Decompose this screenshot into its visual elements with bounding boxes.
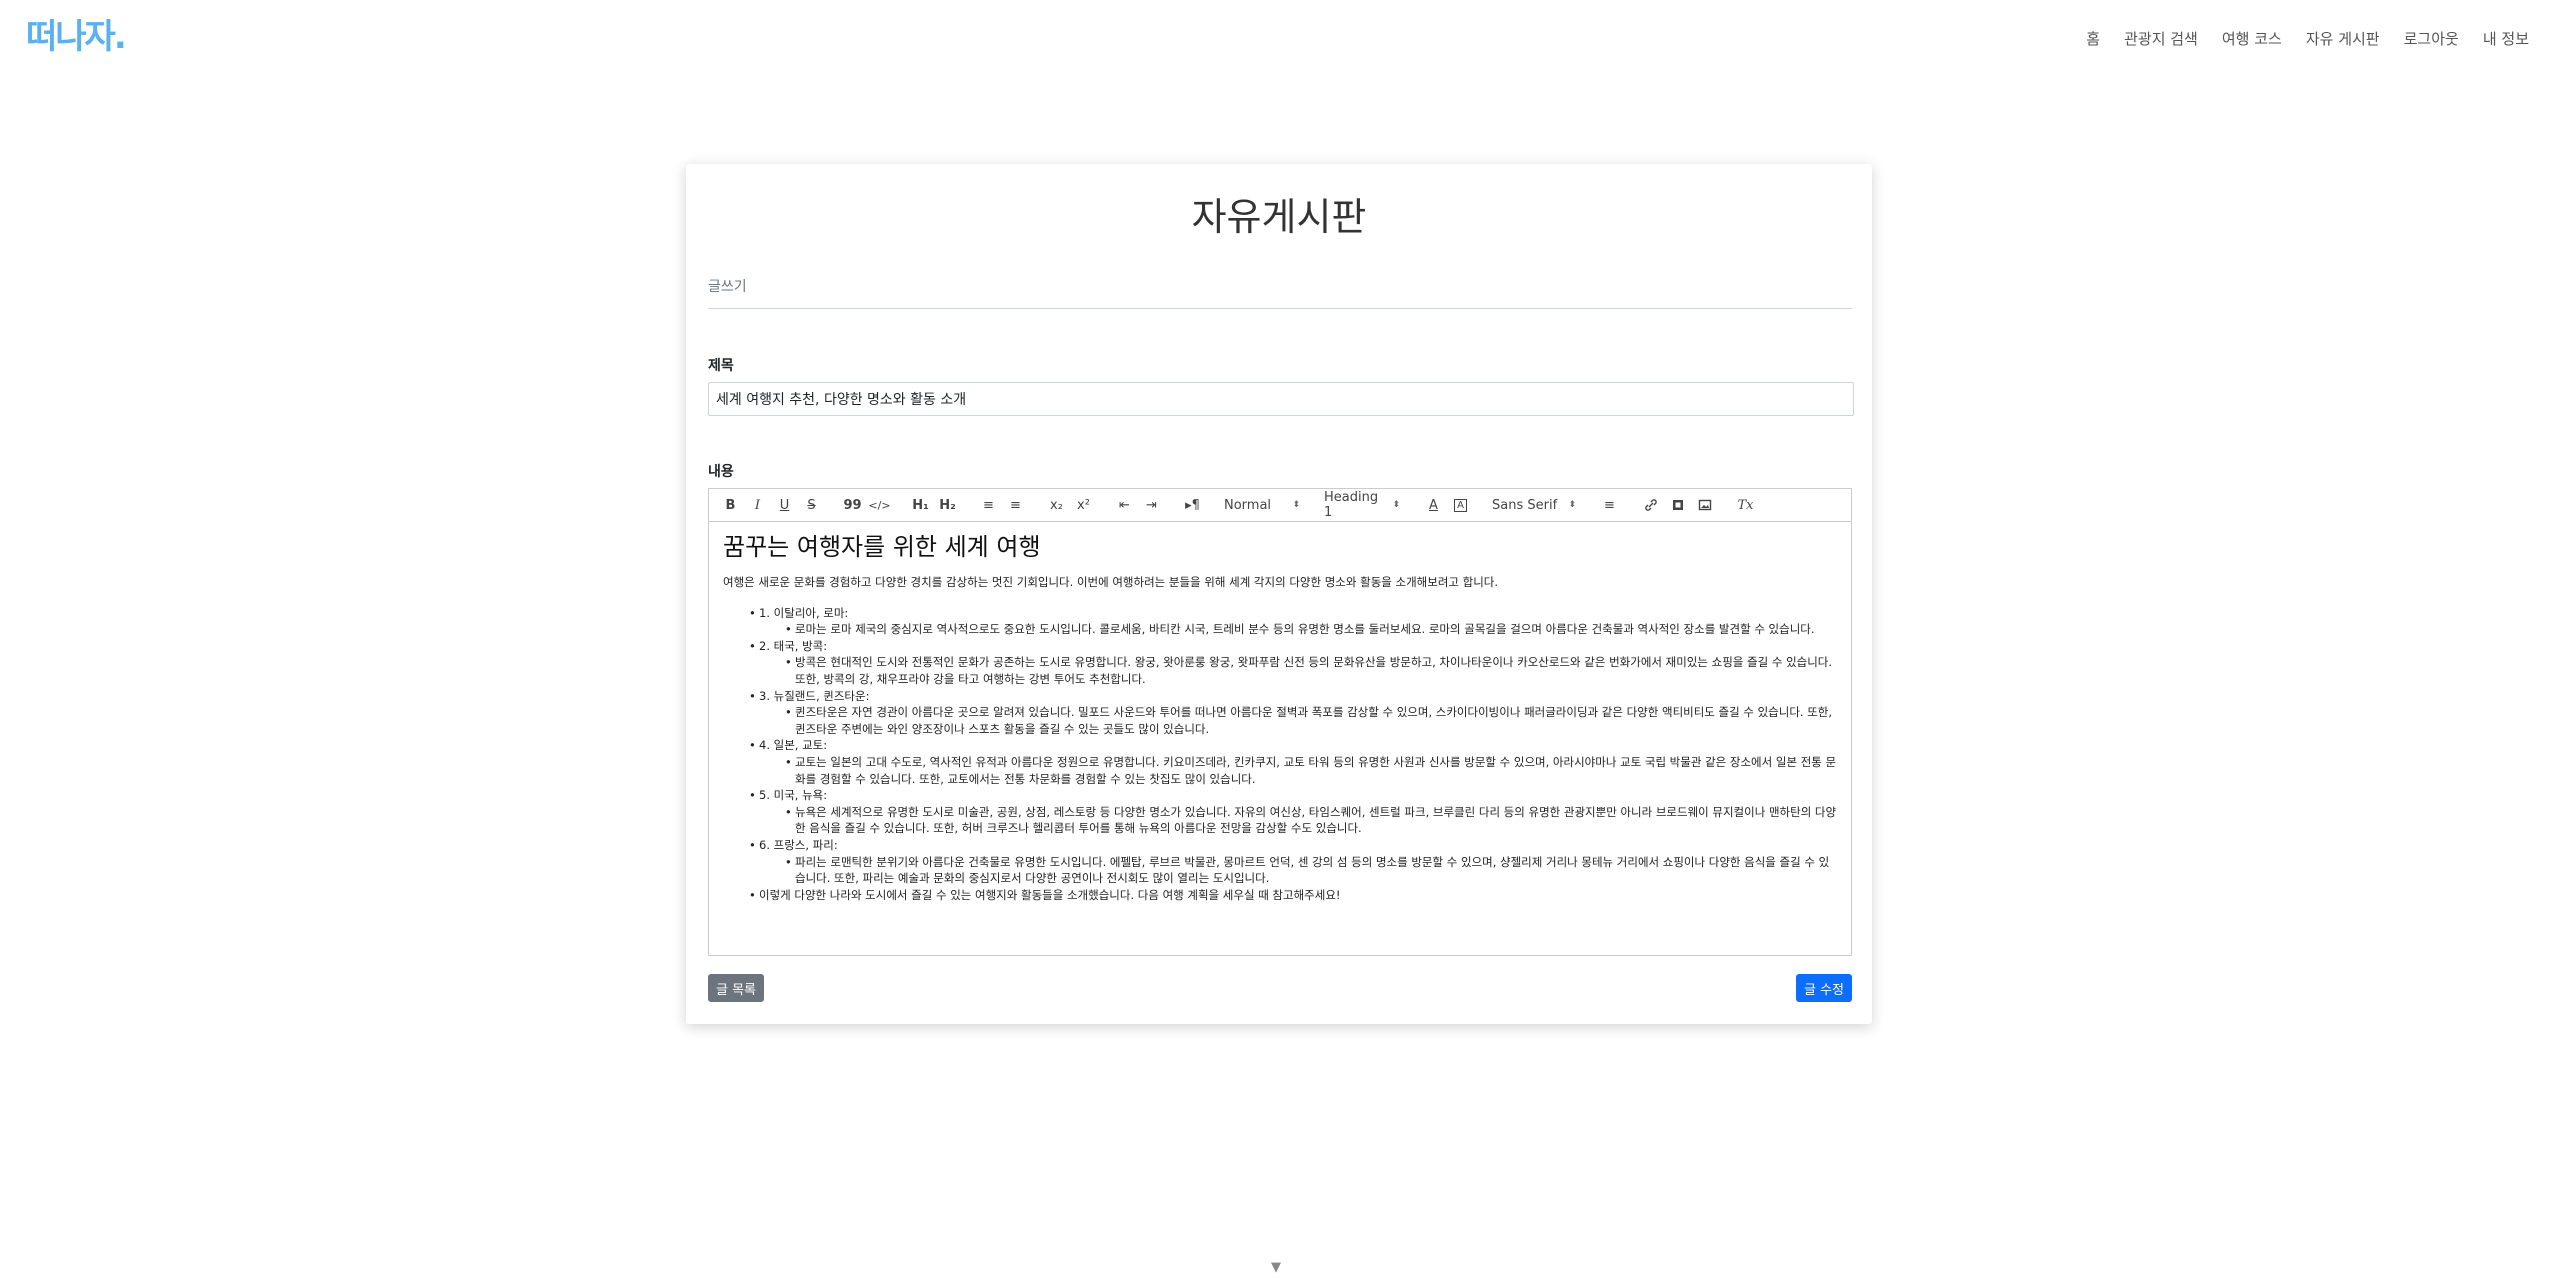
header1-button[interactable]: H₁	[907, 493, 934, 517]
header-select-value: Heading 1	[1324, 490, 1379, 520]
post-edit-button[interactable]: 글 수정	[1795, 974, 1852, 1002]
nav-logout[interactable]: 로그아웃	[2392, 28, 2471, 49]
nav-home[interactable]: 홈	[2074, 28, 2112, 49]
editor-toolbar: B I U S 99 </> H₁ H₂ ≡ ≡ x₂ x² ⇤ ⇥ ▸¶ No	[708, 488, 1852, 522]
list-item-title: 6. 프랑스, 파리:	[759, 837, 838, 852]
chevron-updown-icon: ⬍	[1568, 500, 1576, 510]
page-title: 자유게시판	[1191, 195, 1367, 239]
header2-button[interactable]: H₂	[934, 493, 961, 517]
size-select-value: Normal	[1224, 497, 1272, 513]
outdent-button[interactable]: ⇤	[1111, 493, 1138, 517]
list-item-detail: 뉴욕은 세계적으로 유명한 도시로 미술관, 공원, 상점, 레스토랑 등 다양…	[785, 804, 1837, 837]
subscript-button[interactable]: x₂	[1043, 493, 1070, 517]
font-select-value: Sans Serif	[1492, 497, 1558, 513]
list-item: 2. 태국, 방콕: 방콕은 현대적인 도시와 전통적인 문화가 공존하는 도시…	[749, 638, 1837, 688]
list-item-detail: 파리는 로맨틱한 분위기와 아름다운 건축물로 유명한 도시입니다. 에펠탑, …	[785, 854, 1837, 887]
title-label: 제목	[708, 358, 734, 374]
header-select[interactable]: Heading 1 ⬍	[1320, 490, 1404, 520]
italic-button[interactable]: I	[744, 493, 771, 517]
indent-button[interactable]: ⇥	[1138, 493, 1165, 517]
scroll-down-icon[interactable]: ▼	[1271, 1260, 1281, 1275]
text-color-button[interactable]: A	[1420, 493, 1447, 517]
list-item: 3. 뉴질랜드, 퀸즈타운: 퀸즈타운은 자연 경관이 아름다운 곳으로 알려져…	[749, 688, 1837, 738]
ordered-list-button[interactable]: ≡	[975, 493, 1002, 517]
list-item-detail: 교토는 일본의 고대 수도로, 역사적인 유적과 아름다운 정원으로 유명합니다…	[785, 754, 1837, 787]
title-input[interactable]	[708, 382, 1854, 416]
content-closing: 이렇게 다양한 나라와 도시에서 즐길 수 있는 여행지와 활동들을 소개했습니…	[749, 887, 1837, 904]
chevron-updown-icon: ⬍	[1292, 500, 1300, 510]
list-item-detail: 퀸즈타운은 자연 경관이 아름다운 곳으로 알려져 있습니다. 밀포드 사운드와…	[785, 704, 1837, 737]
nav-my-info[interactable]: 내 정보	[2471, 28, 2541, 49]
size-select[interactable]: Normal ⬍	[1220, 493, 1304, 517]
list-item-title: 3. 뉴질랜드, 퀸즈타운:	[759, 688, 870, 703]
content-intro: 여행은 새로운 문화를 경험하고 다양한 경치를 감상하는 멋진 기회입니다. …	[723, 575, 1499, 589]
highlight-icon: A	[1454, 498, 1467, 512]
content-editor[interactable]: 꿈꾸는 여행자를 위한 세계 여행 여행은 새로운 문화를 경험하고 다양한 경…	[708, 522, 1852, 956]
list-item-title: 5. 미국, 뉴욕:	[759, 788, 828, 803]
list-item: 4. 일본, 교토: 교토는 일본의 고대 수도로, 역사적인 유적과 아름다운…	[749, 737, 1837, 787]
logo[interactable]: 떠나자.	[26, 17, 127, 57]
nav-travel-course[interactable]: 여행 코스	[2210, 28, 2294, 49]
list-item-title: 4. 일본, 교토:	[759, 738, 828, 753]
background-color-button[interactable]: A	[1447, 493, 1474, 517]
blockquote-button[interactable]: 99	[839, 493, 866, 517]
post-edit-card: 자유게시판 글쓰기 제목 내용 B I U S 99 </> H₁ H₂ ≡ ≡…	[686, 164, 1872, 1024]
font-select[interactable]: Sans Serif ⬍	[1488, 493, 1580, 517]
video-icon	[1672, 500, 1683, 510]
list-item-detail: 방콕은 현대적인 도시와 전통적인 문화가 공존하는 도시로 유명합니다. 왕궁…	[785, 654, 1837, 687]
underline-button[interactable]: U	[771, 493, 798, 517]
destination-list: 1. 이탈리아, 로마: 로마는 로마 제국의 중심지로 역사적으로도 중요한 …	[723, 605, 1837, 904]
list-item: 5. 미국, 뉴욕: 뉴욕은 세계적으로 유명한 도시로 미술관, 공원, 상점…	[749, 787, 1837, 837]
code-block-button[interactable]: </>	[866, 493, 893, 517]
clean-format-button[interactable]: Tx	[1732, 493, 1759, 517]
bullet-list-button[interactable]: ≡	[1002, 493, 1029, 517]
image-button[interactable]	[1691, 493, 1718, 517]
strike-button[interactable]: S	[798, 493, 825, 517]
write-label: 글쓰기	[708, 276, 1852, 309]
nav-attraction-search[interactable]: 관광지 검색	[2112, 28, 2210, 49]
image-icon	[1698, 499, 1711, 511]
link-icon	[1644, 499, 1657, 511]
bold-button[interactable]: B	[717, 493, 744, 517]
chevron-updown-icon: ⬍	[1392, 500, 1400, 510]
post-list-button[interactable]: 글 목록	[708, 974, 765, 1002]
navbar: 떠나자. 홈 관광지 검색 여행 코스 자유 게시판 로그아웃 내 정보	[0, 0, 2559, 78]
list-item: 6. 프랑스, 파리: 파리는 로맨틱한 분위기와 아름다운 건축물로 유명한 …	[749, 837, 1837, 887]
list-item: 1. 이탈리아, 로마: 로마는 로마 제국의 중심지로 역사적으로도 중요한 …	[749, 605, 1837, 638]
link-button[interactable]	[1637, 493, 1664, 517]
text-direction-button[interactable]: ▸¶	[1179, 493, 1206, 517]
list-item-detail: 로마는 로마 제국의 중심지로 역사적으로도 중요한 도시입니다. 콜로세움, …	[785, 621, 1837, 638]
video-button[interactable]	[1664, 493, 1691, 517]
align-button[interactable]: ≡	[1596, 493, 1623, 517]
superscript-button[interactable]: x²	[1070, 493, 1097, 517]
list-item-title: 2. 태국, 방콕:	[759, 638, 828, 653]
list-item-title: 1. 이탈리아, 로마:	[759, 605, 849, 620]
logo-text: 떠나자.	[26, 17, 127, 57]
nav-menu: 홈 관광지 검색 여행 코스 자유 게시판 로그아웃 내 정보	[2074, 28, 2541, 49]
content-heading: 꿈꾸는 여행자를 위한 세계 여행	[723, 533, 1041, 561]
content-label: 내용	[708, 464, 734, 480]
nav-free-board[interactable]: 자유 게시판	[2294, 28, 2392, 49]
